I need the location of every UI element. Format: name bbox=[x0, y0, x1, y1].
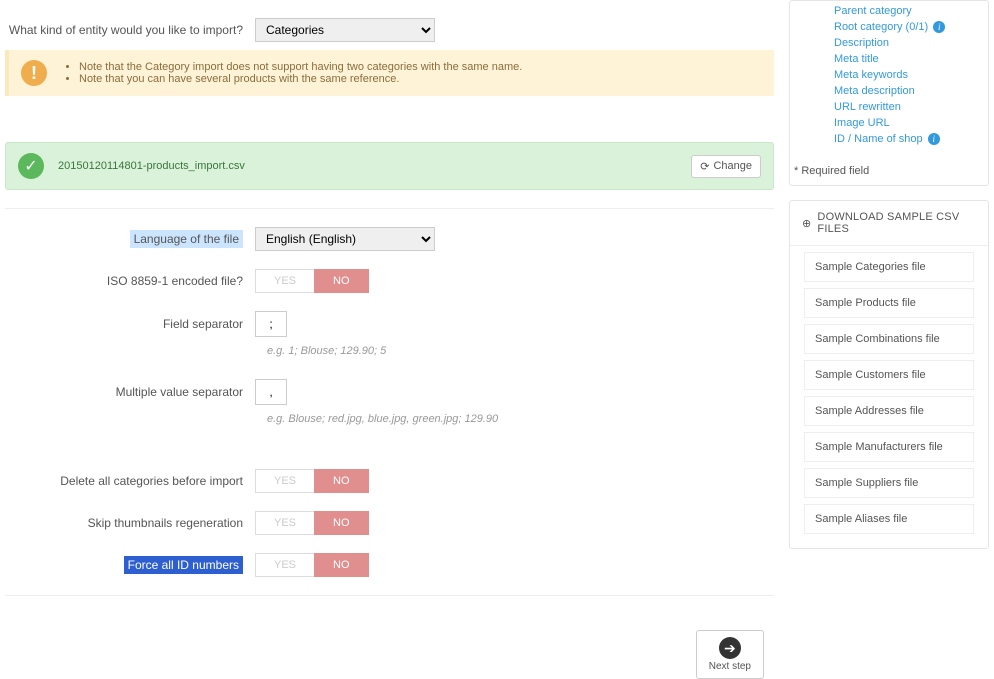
sample-file-link[interactable]: Sample Products file bbox=[804, 288, 974, 318]
available-fields-panel: Parent category Root category (0/1) iDes… bbox=[789, 0, 989, 186]
skip-no[interactable]: NO bbox=[314, 511, 369, 535]
skip-label: Skip thumbnails regeneration bbox=[5, 516, 255, 530]
required-field-note: * Required field bbox=[790, 157, 988, 185]
field-sep-input[interactable] bbox=[255, 311, 287, 337]
multi-sep-input[interactable] bbox=[255, 379, 287, 405]
entity-select[interactable]: Categories bbox=[255, 18, 435, 42]
sample-file-link[interactable]: Sample Aliases file bbox=[804, 504, 974, 534]
field-link[interactable]: Root category (0/1) i bbox=[790, 19, 988, 35]
field-link[interactable]: Parent category bbox=[790, 3, 988, 19]
delete-label: Delete all categories before import bbox=[5, 474, 255, 488]
field-link[interactable]: Meta keywords bbox=[790, 67, 988, 83]
sample-file-link[interactable]: Sample Suppliers file bbox=[804, 468, 974, 498]
multi-sep-label: Multiple value separator bbox=[5, 385, 255, 399]
multi-sep-hint: e.g. Blouse; red.jpg, blue.jpg, green.jp… bbox=[267, 413, 774, 425]
field-link[interactable]: ID / Name of shop i bbox=[790, 131, 988, 147]
field-link[interactable]: Description bbox=[790, 35, 988, 51]
field-link[interactable]: URL rewritten bbox=[790, 99, 988, 115]
separator-2 bbox=[5, 595, 774, 596]
download-samples-panel: ⊕ DOWNLOAD SAMPLE CSV FILES Sample Categ… bbox=[789, 200, 989, 549]
field-link[interactable]: Meta description bbox=[790, 83, 988, 99]
iso-no[interactable]: NO bbox=[314, 269, 369, 293]
field-sep-hint: e.g. 1; Blouse; 129.90; 5 bbox=[267, 345, 774, 357]
skip-yes[interactable]: YES bbox=[255, 511, 314, 535]
force-id-toggle[interactable]: YES NO bbox=[255, 553, 369, 577]
field-link[interactable]: Image URL bbox=[790, 115, 988, 131]
iso-yes[interactable]: YES bbox=[255, 269, 314, 293]
download-panel-heading: ⊕ DOWNLOAD SAMPLE CSV FILES bbox=[790, 201, 988, 246]
skip-toggle[interactable]: YES NO bbox=[255, 511, 369, 535]
delete-yes[interactable]: YES bbox=[255, 469, 314, 493]
sample-file-link[interactable]: Sample Combinations file bbox=[804, 324, 974, 354]
refresh-icon: ⟳ bbox=[700, 160, 709, 173]
force-id-label: Force all ID numbers bbox=[5, 558, 255, 572]
info-icon: i bbox=[928, 133, 940, 145]
warning-note-2: Note that you can have several products … bbox=[79, 73, 522, 85]
language-select[interactable]: English (English) bbox=[255, 227, 435, 251]
uploaded-filename: 20150120114801-products_import.csv bbox=[58, 160, 677, 172]
delete-toggle[interactable]: YES NO bbox=[255, 469, 369, 493]
separator bbox=[5, 208, 774, 209]
language-label: Language of the file bbox=[5, 232, 255, 246]
sample-file-link[interactable]: Sample Addresses file bbox=[804, 396, 974, 426]
success-alert: ✓ 20150120114801-products_import.csv ⟳ C… bbox=[5, 142, 774, 190]
iso-toggle[interactable]: YES NO bbox=[255, 269, 369, 293]
delete-no[interactable]: NO bbox=[314, 469, 369, 493]
sample-file-link[interactable]: Sample Customers file bbox=[804, 360, 974, 390]
warning-alert: ! Note that the Category import does not… bbox=[5, 50, 774, 96]
check-icon: ✓ bbox=[18, 153, 44, 179]
entity-label: What kind of entity would you like to im… bbox=[5, 23, 255, 37]
field-link[interactable]: Meta title bbox=[790, 51, 988, 67]
force-id-no[interactable]: NO bbox=[314, 553, 369, 577]
next-step-button[interactable]: ➔ Next step bbox=[696, 630, 764, 679]
force-id-yes[interactable]: YES bbox=[255, 553, 314, 577]
warning-icon: ! bbox=[21, 60, 47, 86]
download-icon: ⊕ bbox=[802, 217, 811, 230]
change-button[interactable]: ⟳ Change bbox=[691, 155, 761, 178]
info-icon: i bbox=[933, 21, 945, 33]
iso-label: ISO 8859-1 encoded file? bbox=[5, 274, 255, 288]
warning-note-1: Note that the Category import does not s… bbox=[79, 61, 522, 73]
arrow-right-icon: ➔ bbox=[719, 637, 741, 659]
sample-file-link[interactable]: Sample Manufacturers file bbox=[804, 432, 974, 462]
sample-file-link[interactable]: Sample Categories file bbox=[804, 252, 974, 282]
field-sep-label: Field separator bbox=[5, 317, 255, 331]
